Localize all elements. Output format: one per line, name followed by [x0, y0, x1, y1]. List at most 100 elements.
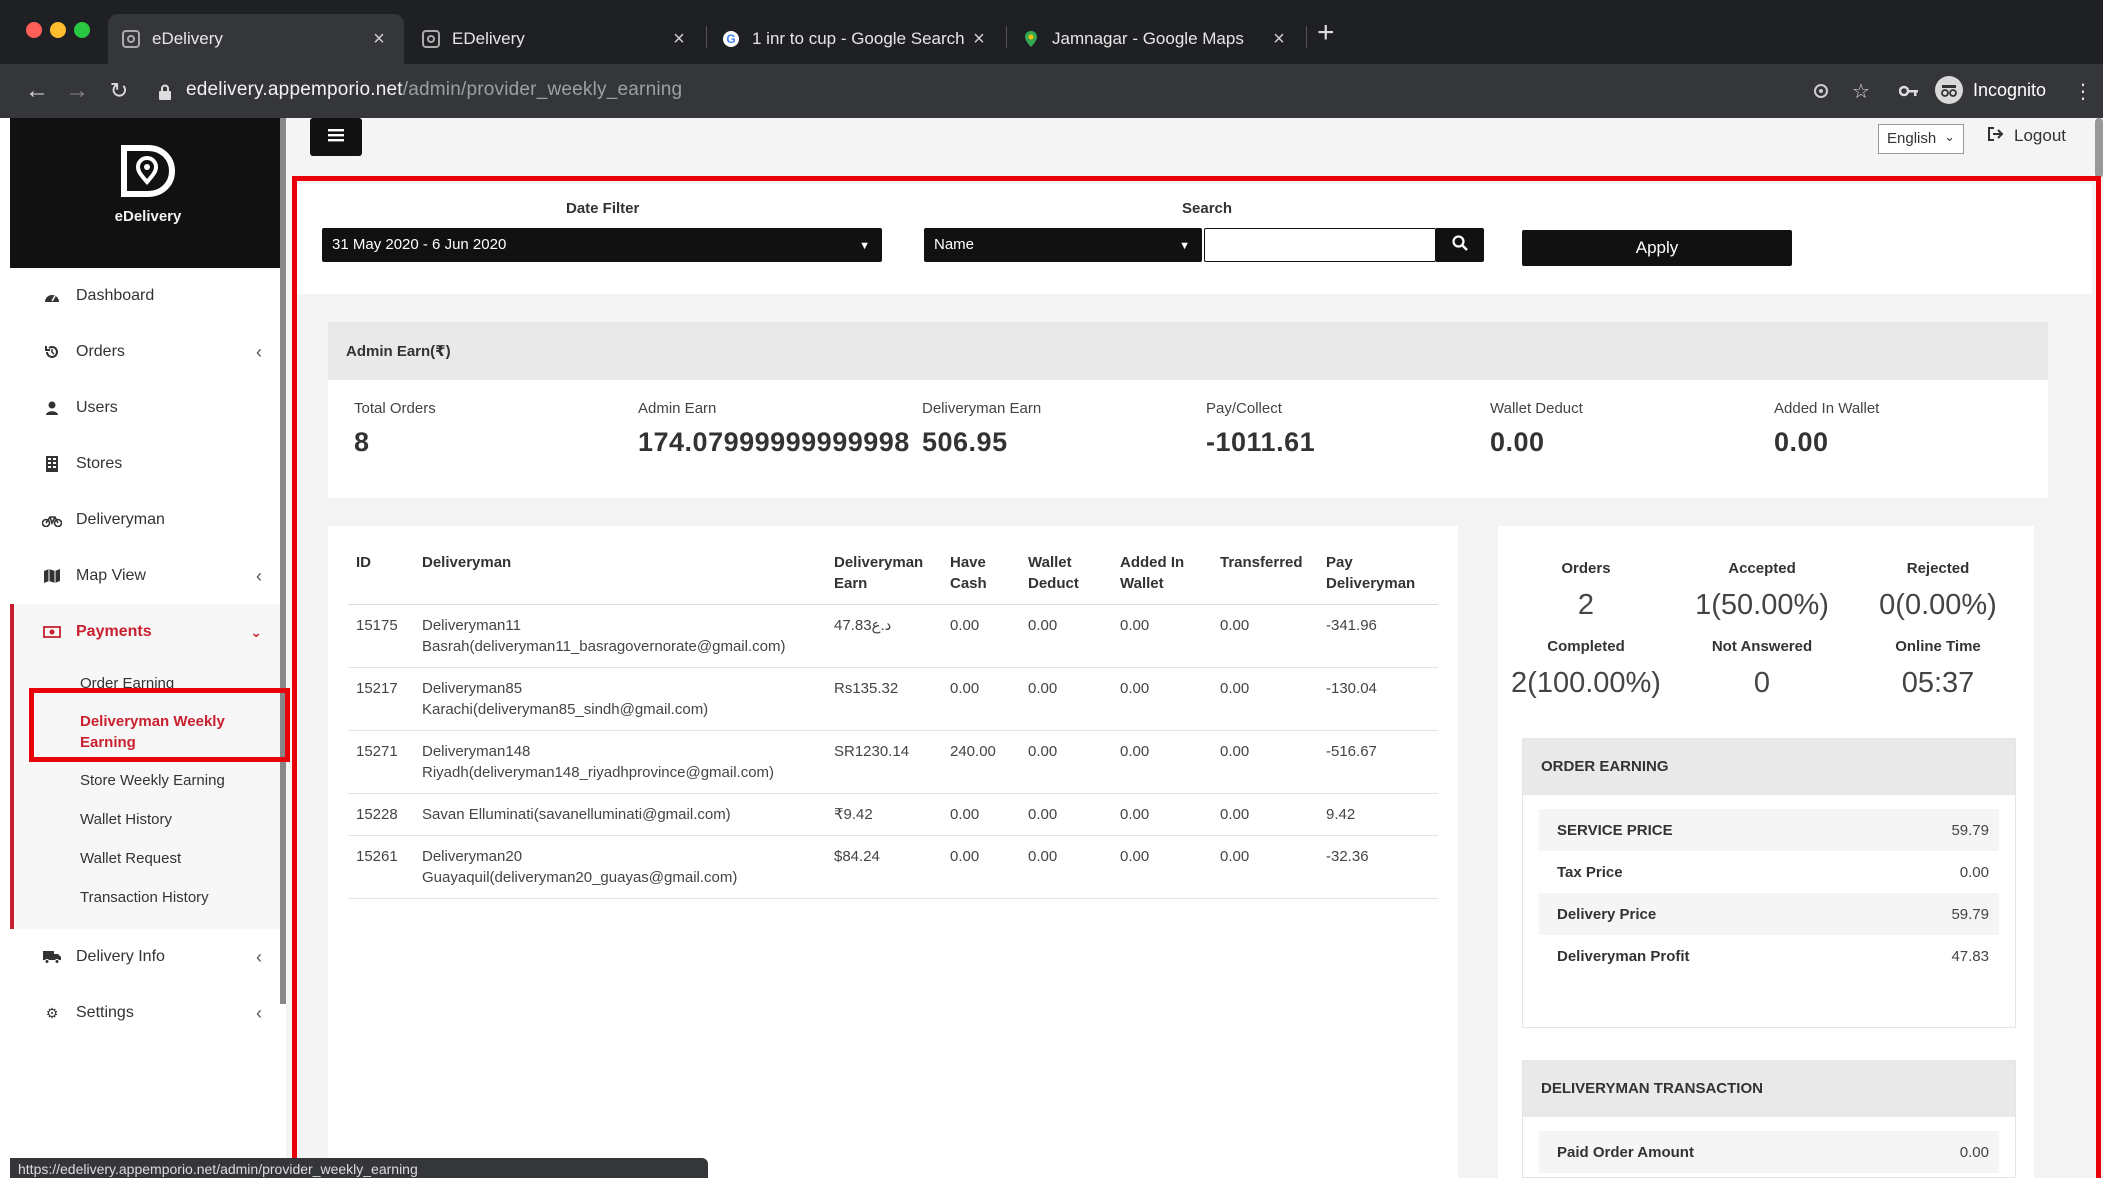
history-icon [42, 344, 62, 360]
browser-tab-edelivery-2[interactable]: EDelivery × [408, 14, 704, 64]
row-value: 0.00 [1959, 1143, 1989, 1161]
browser-tab-bar: eDelivery × EDelivery × G 1 inr to cup -… [0, 0, 2103, 64]
sidebar-item-map-view[interactable]: Map View ‹ [10, 548, 286, 604]
row-value: 0.00 [1959, 863, 1989, 881]
logout-button[interactable]: Logout [1988, 126, 2066, 146]
sidebar-item-dashboard[interactable]: Dashboard [10, 268, 286, 324]
table-row[interactable]: 15228 Savan Elluminati(savanelluminati@g… [348, 793, 1438, 836]
new-tab-icon[interactable]: + [1317, 18, 1335, 48]
sidebar-item-label: Map View [76, 567, 146, 584]
column-header[interactable]: Added In Wallet [1112, 542, 1212, 605]
location-target-icon[interactable] [1806, 76, 1836, 106]
browser-menu-icon[interactable]: ⋮ [2068, 76, 2098, 106]
sidebar-brand[interactable]: eDelivery [10, 118, 286, 268]
deliveryman-name: Savan Elluminati(savanelluminati@gmail.c… [422, 806, 731, 823]
sidebar-item-delivery-info[interactable]: Delivery Info ‹ [10, 929, 286, 985]
kpi-label: Total Orders [354, 400, 436, 417]
key-icon[interactable] [1894, 76, 1924, 106]
table-row[interactable]: 15271 Deliveryman148 Riyadh(deliveryman14… [348, 730, 1438, 794]
stat-value: 1(50.00%) [1695, 589, 1829, 621]
submenu-item-wallet-request[interactable]: Wallet Request [14, 839, 286, 878]
table-row[interactable]: 15175 Deliveryman11 Basrah(deliveryman11_… [348, 604, 1438, 668]
date-filter-label: Date Filter [566, 200, 640, 217]
submenu-item-store-weekly-earning[interactable]: Store Weekly Earning [14, 761, 286, 800]
sidebar-item-orders[interactable]: Orders ‹ [10, 324, 286, 380]
browser-tab-google-search[interactable]: G 1 inr to cup - Google Search × [708, 14, 1004, 64]
tab-divider [1006, 26, 1007, 48]
close-tab-icon[interactable]: × [368, 28, 390, 51]
deliveryman-name: Deliveryman148 [422, 743, 531, 760]
kpi-admin-earn: Admin Earn 174.07999999999998 [638, 400, 910, 458]
caret-down-icon: ▼ [1179, 240, 1190, 252]
column-header[interactable]: Have Cash [942, 542, 1020, 605]
search-input[interactable] [1204, 228, 1436, 262]
bicycle-icon [42, 513, 62, 527]
map-pin-favicon-icon [1022, 30, 1040, 48]
column-header[interactable]: ID [348, 542, 414, 605]
url-field[interactable]: edelivery.appemporio.net/admin/provider_… [186, 79, 682, 101]
sidebar-item-payments[interactable]: Payments ⌄ [10, 604, 286, 660]
language-select[interactable]: English ⌄ [1878, 124, 1964, 154]
close-window-button[interactable] [26, 22, 42, 38]
bookmark-star-icon[interactable]: ☆ [1846, 76, 1876, 106]
kpi-deliveryman-earn: Deliveryman Earn 506.95 [922, 400, 1041, 458]
kpi-label: Deliveryman Earn [922, 400, 1042, 417]
submenu-item-deliveryman-weekly-earning[interactable]: Deliveryman Weekly Earning [14, 703, 286, 761]
cell-earn: 47.83د.ع [826, 604, 942, 668]
submenu-item-wallet-history[interactable]: Wallet History [14, 800, 286, 839]
cell-id: 15261 [348, 835, 414, 899]
kpi-pay-collect: Pay/Collect -1011.61 [1206, 400, 1315, 458]
sidebar-item-label: Payments [76, 623, 152, 640]
forward-arrow-icon[interactable]: → [62, 76, 92, 106]
money-icon [42, 626, 62, 638]
row-label: Tax Price [1557, 863, 1623, 881]
sidebar-item-stores[interactable]: Stores [10, 436, 286, 492]
cell-deliveryman: Deliveryman85 Karachi(deliveryman85_sindh… [414, 667, 826, 731]
cell-added: 0.00 [1112, 793, 1212, 836]
zoom-window-button[interactable] [74, 22, 90, 38]
tab-title: EDelivery [452, 29, 525, 48]
row-label: Deliveryman Profit [1557, 947, 1690, 965]
row-label: Paid Order Amount [1557, 1143, 1694, 1161]
browser-tab-google-maps[interactable]: Jamnagar - Google Maps × [1008, 14, 1304, 64]
column-header[interactable]: Wallet Deduct [1020, 542, 1112, 605]
close-tab-icon[interactable]: × [1268, 28, 1290, 51]
close-tab-icon[interactable]: × [668, 28, 690, 51]
url-host: edelivery.appemporio.net [186, 79, 403, 100]
sidebar-item-settings[interactable]: ⚙ Settings ‹ [10, 985, 286, 1041]
brand-name: eDelivery [114, 208, 182, 225]
browser-tab-edelivery[interactable]: eDelivery × [108, 14, 404, 64]
page-scrollbar-thumb[interactable] [2095, 118, 2103, 178]
cell-earn: Rs135.32 [826, 667, 942, 731]
sidebar-item-users[interactable]: Users [10, 380, 286, 436]
column-header[interactable]: Transferred [1212, 542, 1318, 605]
column-header[interactable]: Pay Deliveryman [1318, 542, 1438, 605]
search-field-select[interactable]: Name ▼ [924, 228, 1202, 262]
submenu-item-order-earning[interactable]: Order Earning [14, 664, 286, 703]
cell-deliveryman: Deliveryman148 Riyadh(deliveryman148_riya… [414, 730, 826, 794]
cell-cash: 0.00 [942, 604, 1020, 668]
back-arrow-icon[interactable]: ← [22, 76, 52, 106]
sidebar-item-deliveryman[interactable]: Deliveryman [10, 492, 286, 548]
stat-rejected: Rejected 0(0.00%) [1850, 560, 2026, 622]
submenu-item-transaction-history[interactable]: Transaction History [14, 878, 286, 917]
apply-button[interactable]: Apply [1522, 230, 1792, 266]
cell-transferred: 0.00 [1212, 667, 1318, 731]
order-earning-panel: ORDER EARNING SERVICE PRICE 59.79 Tax Pr… [1522, 738, 2016, 1028]
kpi-added-in-wallet: Added In Wallet 0.00 [1774, 400, 1879, 458]
table-row[interactable]: 15261 Deliveryman20 Guayaquil(deliveryman… [348, 835, 1438, 899]
close-tab-icon[interactable]: × [968, 28, 990, 51]
cell-cash: 0.00 [942, 667, 1020, 731]
search-button[interactable] [1436, 228, 1484, 262]
table-row[interactable]: 15217 Deliveryman85 Karachi(deliveryman85… [348, 667, 1438, 731]
column-header[interactable]: Deliveryman Earn [826, 542, 942, 605]
incognito-indicator[interactable]: Incognito [1935, 76, 2046, 104]
column-header[interactable]: Deliveryman [414, 542, 826, 605]
reload-icon[interactable]: ↻ [104, 76, 134, 106]
date-range-picker[interactable]: 31 May 2020 - 6 Jun 2020 ▼ [322, 228, 882, 262]
cell-added: 0.00 [1112, 730, 1212, 794]
menu-toggle-button[interactable] [310, 118, 362, 156]
cell-wallet-deduct: 0.00 [1020, 793, 1112, 836]
cell-earn: ₹9.42 [826, 793, 942, 836]
minimize-window-button[interactable] [50, 22, 66, 38]
